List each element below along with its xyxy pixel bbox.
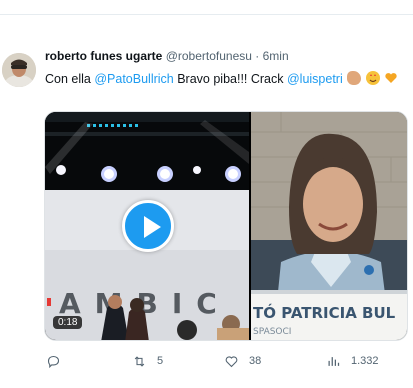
play-button[interactable] [122,200,174,252]
play-icon [144,216,161,238]
orange-heart-emoji-icon [384,71,398,85]
tweet-card[interactable]: roberto funes ugarte @robertofunesu · 6m… [0,14,413,388]
views-count: 1.332 [351,355,379,367]
author-handle[interactable]: @robertofunesu [166,49,252,63]
retweet-button[interactable]: 5 [132,351,163,371]
heart-icon [225,355,238,367]
avatar[interactable] [2,53,36,87]
photo-thumbnail[interactable]: TÓ PATRICIA BUL SPASOCI [251,112,407,340]
photo-sign-text: TÓ PATRICIA BUL [253,303,396,322]
reply-icon [47,355,60,368]
photo-sign-subtext: SPASOCI [253,327,291,337]
views-button[interactable]: 1.332 [326,351,379,371]
tweet-actions: 5 38 1.332 [44,351,408,371]
reply-button[interactable] [46,351,71,371]
like-button[interactable]: 38 [224,351,261,371]
mention-patobullrich[interactable]: @PatoBullrich [94,72,173,86]
video-thumbnail[interactable]: AMBIC 0:18 [45,112,249,340]
author-name[interactable]: roberto funes ugarte [45,49,162,63]
tweet-header: roberto funes ugarte @robertofunesu · 6m… [45,49,289,63]
media-grid: AMBIC 0:18 TÓ PATRICIA BUL SPASOCI [44,111,408,341]
tweet-text-prefix: Con ella [45,72,95,86]
mention-luispetri[interactable]: @luispetri [287,72,343,86]
tweet-text-middle: Bravo piba!!! Crack [173,72,287,86]
avatar-photo [2,53,36,87]
views-chart-icon [328,356,340,366]
retweet-count: 5 [157,355,164,367]
like-count: 38 [249,355,262,367]
tweet-text: Con ella @PatoBullrich Bravo piba!!! Cra… [45,71,398,86]
video-duration: 0:18 [53,316,83,329]
flexed-biceps-emoji-icon [347,71,362,85]
star-struck-emoji-icon [365,71,380,85]
retweet-icon [134,355,145,367]
portrait-photo: TÓ PATRICIA BUL SPASOCI [251,112,407,340]
header-separator: · [255,49,260,63]
tweet-timestamp[interactable]: 6min [263,49,289,63]
